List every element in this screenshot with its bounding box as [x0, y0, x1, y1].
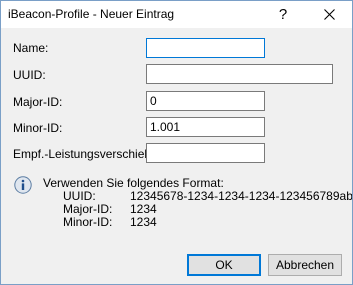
hint-minor-label: Minor-ID: — [63, 215, 113, 229]
close-button[interactable] — [306, 1, 352, 28]
hint-major-label: Major-ID: — [63, 202, 113, 216]
minor-id-field[interactable] — [146, 117, 265, 137]
minor-id-label: Minor-ID: — [13, 121, 63, 135]
help-button[interactable]: ? — [260, 1, 306, 28]
close-icon — [323, 9, 335, 20]
hint-uuid-label: UUID: — [63, 189, 96, 203]
format-hint-heading: Verwenden Sie folgendes Format: — [43, 176, 224, 190]
ok-button[interactable]: OK — [187, 254, 261, 276]
help-icon: ? — [278, 6, 288, 23]
dialog-window: iBeacon-Profile - Neuer Eintrag ? Name: … — [0, 0, 353, 285]
title-bar: iBeacon-Profile - Neuer Eintrag ? — [1, 1, 352, 28]
name-field[interactable] — [146, 38, 265, 58]
hint-uuid-value: 12345678-1234-1234-1234-123456789abc2 — [130, 189, 353, 203]
uuid-field[interactable] — [146, 64, 333, 84]
cancel-button[interactable]: Abbrechen — [268, 254, 342, 276]
hint-minor-value: 1234 — [130, 215, 157, 229]
hint-major-value: 1234 — [130, 202, 157, 216]
major-id-field[interactable] — [146, 91, 265, 111]
info-icon — [14, 176, 32, 194]
window-title: iBeacon-Profile - Neuer Eintrag — [8, 7, 175, 21]
major-id-label: Major-ID: — [13, 95, 63, 109]
uuid-label: UUID: — [13, 68, 46, 82]
power-offset-field[interactable] — [146, 143, 265, 163]
power-offset-label: Empf.-Leistungsverschieb. — [13, 147, 155, 161]
name-label: Name: — [13, 41, 49, 55]
